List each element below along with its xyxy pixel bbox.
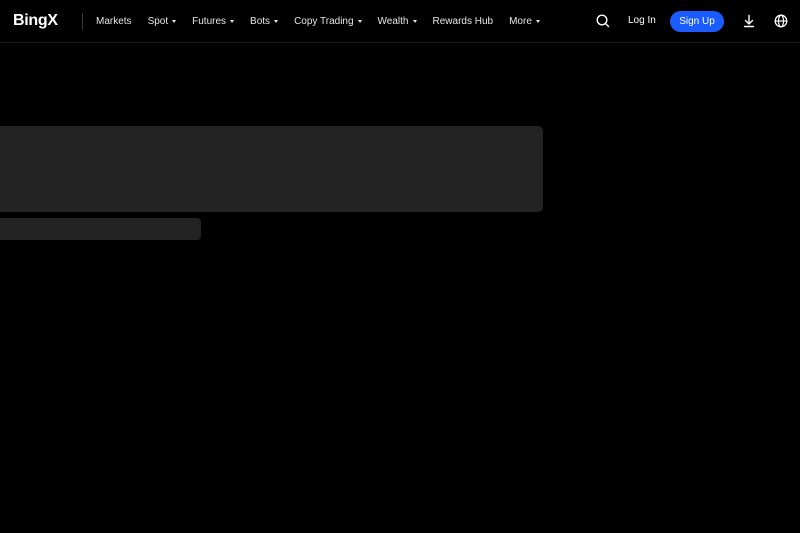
nav-copy-trading[interactable]: Copy Trading [294, 0, 362, 43]
nav-wealth-label: Wealth [377, 16, 409, 27]
signup-label: Sign Up [679, 16, 715, 27]
caret-down-icon [535, 20, 540, 23]
login-link[interactable]: Log In [628, 15, 656, 26]
nav-spot[interactable]: Spot [148, 0, 177, 43]
nav-bots[interactable]: Bots [250, 0, 279, 43]
nav-copy-trading-label: Copy Trading [294, 16, 354, 27]
download-icon[interactable] [740, 12, 758, 30]
signup-button[interactable]: Sign Up [670, 11, 724, 32]
logo-divider [82, 13, 83, 30]
nav-futures[interactable]: Futures [192, 0, 235, 43]
nav-futures-label: Futures [192, 16, 227, 27]
bingx-logo[interactable]: BingX [13, 12, 58, 30]
caret-down-icon [412, 20, 417, 23]
nav-more-label: More [509, 16, 532, 27]
top-navigation-bar: BingX Markets Spot Futures Bots Copy Tra… [0, 0, 800, 43]
nav-wealth[interactable]: Wealth [378, 0, 417, 43]
caret-down-icon [357, 20, 362, 23]
nav-rewards-hub-label: Rewards Hub [432, 16, 494, 27]
loading-skeleton-block [0, 126, 543, 212]
main-nav: Markets Spot Futures Bots Copy Trading W… [96, 0, 556, 43]
caret-down-icon [274, 20, 279, 23]
globe-icon[interactable] [772, 12, 790, 30]
nav-rewards-hub[interactable]: Rewards Hub [433, 0, 494, 43]
search-icon[interactable] [594, 12, 612, 30]
caret-down-icon [230, 20, 235, 23]
caret-down-icon [172, 20, 177, 23]
nav-markets[interactable]: Markets [96, 0, 132, 43]
nav-markets-label: Markets [96, 16, 132, 27]
nav-more[interactable]: More [509, 0, 540, 43]
loading-skeleton-line [0, 218, 201, 240]
nav-bots-label: Bots [250, 16, 271, 27]
nav-spot-label: Spot [147, 16, 169, 27]
